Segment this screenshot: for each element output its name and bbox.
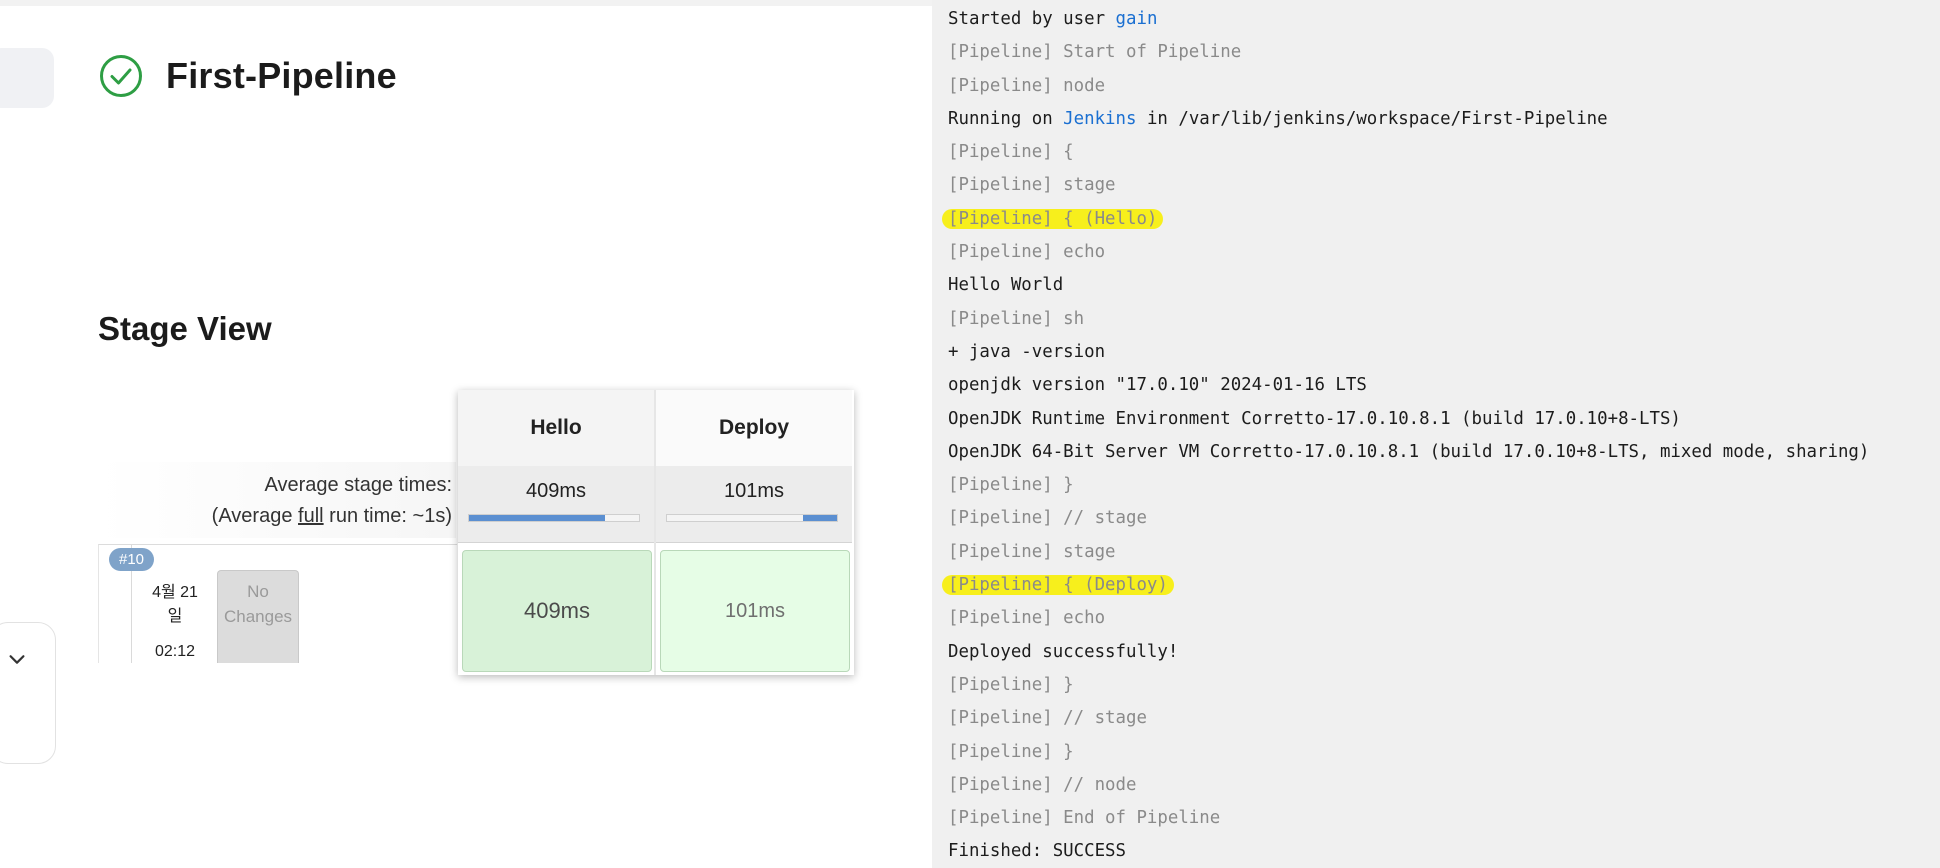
console-text: [Pipeline] // stage [948,508,1147,529]
console-text: [Pipeline] // node [948,774,1137,795]
console-line: OpenJDK 64-Bit Server VM Corretto-17.0.1… [948,436,1869,469]
console-line: [Pipeline] { [948,136,1869,169]
average-label-prefix: (Average [211,505,299,527]
changes-line2: Changes [223,607,293,626]
console-line: [Pipeline] echo [948,236,1869,269]
console-text: [Pipeline] Start of Pipeline [948,42,1242,63]
build-date-line2: 일 [167,608,183,625]
stage-result-cell[interactable]: 409ms [462,550,652,672]
console-line: Hello World [948,269,1869,302]
console-line: [Pipeline] // stage [948,502,1869,535]
console-text: openjdk version "17.0.10" 2024-01-16 LTS [948,375,1367,396]
console-link[interactable]: gain [1116,9,1158,29]
console-line: [Pipeline] stage [948,169,1869,202]
console-text: [Pipeline] } [948,741,1074,762]
console-line: [Pipeline] End of Pipeline [948,802,1869,835]
console-line-highlighted: [Pipeline] { (Deploy) [942,569,1869,602]
changes-box[interactable]: No Changes [217,570,299,663]
stage-progress-fill [469,515,605,521]
console-text: [Pipeline] echo [948,242,1106,263]
console-text: Started by user [948,9,1116,29]
stage-view: Average stage times: (Average full run t… [98,390,854,680]
console-text: [Pipeline] { (Hello) [948,208,1158,229]
console-text: Running on [948,108,1064,129]
console-text: [Pipeline] End of Pipeline [948,808,1221,829]
console-text: [Pipeline] { (Deploy) [948,575,1168,596]
console-text: OpenJDK 64-Bit Server VM Corretto-17.0.1… [948,441,1870,462]
console-line: [Pipeline] sh [948,303,1869,336]
build-date: 4월 21 일 [133,581,217,629]
stage-table: Hello 409ms 409ms Deploy 101ms 101ms [458,390,854,675]
console-text: [Pipeline] echo [948,608,1106,629]
console-line: Finished: SUCCESS [948,835,1869,868]
console-line: [Pipeline] } [948,736,1869,769]
console-line: Deployed successfully! [948,636,1869,669]
highlight-mark: [Pipeline] { (Deploy) [942,575,1174,596]
console-line: [Pipeline] node [948,70,1869,103]
stage-progress-bar [468,514,640,522]
console-text: [Pipeline] } [948,475,1074,496]
page-header: First-Pipeline [98,53,397,99]
success-check-icon [100,55,142,97]
console-text: [Pipeline] { [948,142,1074,163]
console-line: [Pipeline] Start of Pipeline [948,36,1869,69]
changes-line1: No [247,582,269,601]
average-label-suffix: run time: ~1s) [323,505,452,527]
console-link[interactable]: Jenkins [1063,109,1136,129]
stage-view-title: Stage View [98,310,272,347]
console-line: Running on Jenkins in /var/lib/jenkins/w… [948,103,1869,136]
highlight-mark: [Pipeline] { (Hello) [942,208,1164,229]
full-run-time-link[interactable]: full [298,505,324,527]
sidebar-item-stub[interactable] [0,48,54,108]
stage-average-time: 409ms [525,480,587,502]
build-date-line1: 4월 21 [152,584,198,601]
console-text: Deployed successfully! [948,641,1179,662]
sidebar-collapse-panel[interactable] [0,622,56,764]
average-label-line1: Average stage times: [264,474,452,496]
console-text: Finished: SUCCESS [948,841,1126,862]
job-panel: First-Pipeline Stage View Average stage … [0,0,932,868]
console-line: [Pipeline] echo [948,602,1869,635]
console-text: [Pipeline] sh [948,308,1085,329]
average-label-line2: (Average full run time: ~1s) [98,501,452,532]
page-title: First-Pipeline [166,55,397,96]
console-line: openjdk version "17.0.10" 2024-01-16 LTS [948,369,1869,402]
console-lines: Started by user gain [Pipeline] Start of … [942,3,1869,868]
console-line: [Pipeline] // node [948,769,1869,802]
console-line: OpenJDK Runtime Environment Corretto-17.… [948,403,1869,436]
stage-column-deploy: Deploy 101ms 101ms [656,390,852,675]
console-line: + java -version [948,336,1869,369]
stage-column-hello: Hello 409ms 409ms [458,390,656,675]
build-row: #10 4월 21 일 02:12 No Changes [98,544,457,663]
console-text: [Pipeline] stage [948,541,1116,562]
console-line: [Pipeline] } [948,469,1869,502]
console-text: [Pipeline] stage [948,175,1116,196]
stage-progress-fill [803,515,837,521]
console-text: [Pipeline] } [948,674,1074,695]
console-line: [Pipeline] } [948,669,1869,702]
stage-average: 101ms [656,466,852,543]
console-text: [Pipeline] node [948,75,1106,96]
console-line-highlighted: [Pipeline] { (Hello) [942,203,1869,236]
average-stage-times-label: Average stage times: (Average full run t… [98,470,452,532]
stage-progress-bar [666,514,838,522]
stage-average: 409ms [458,466,654,543]
console-text: [Pipeline] // stage [948,708,1147,729]
build-time: 02:12 [154,643,196,660]
console-text: in /var/lib/jenkins/workspace/First-Pipe… [1136,108,1608,129]
console-line: [Pipeline] // stage [948,702,1869,735]
console-line: [Pipeline] stage [948,536,1869,569]
stage-header: Deploy [656,390,852,467]
console-text: OpenJDK Runtime Environment Corretto-17.… [948,408,1681,429]
stage-header: Hello [458,390,654,467]
chevron-down-icon[interactable] [6,648,28,670]
console-line: Started by user gain [948,3,1869,36]
console-text: + java -version [948,341,1106,362]
stage-average-time: 101ms [723,480,785,502]
stage-result-cell[interactable]: 101ms [660,550,850,672]
console-text: Hello World [948,275,1064,296]
console-output[interactable]: Started by user gain [Pipeline] Start of … [932,0,1940,868]
build-number-badge[interactable]: #10 [109,548,155,571]
